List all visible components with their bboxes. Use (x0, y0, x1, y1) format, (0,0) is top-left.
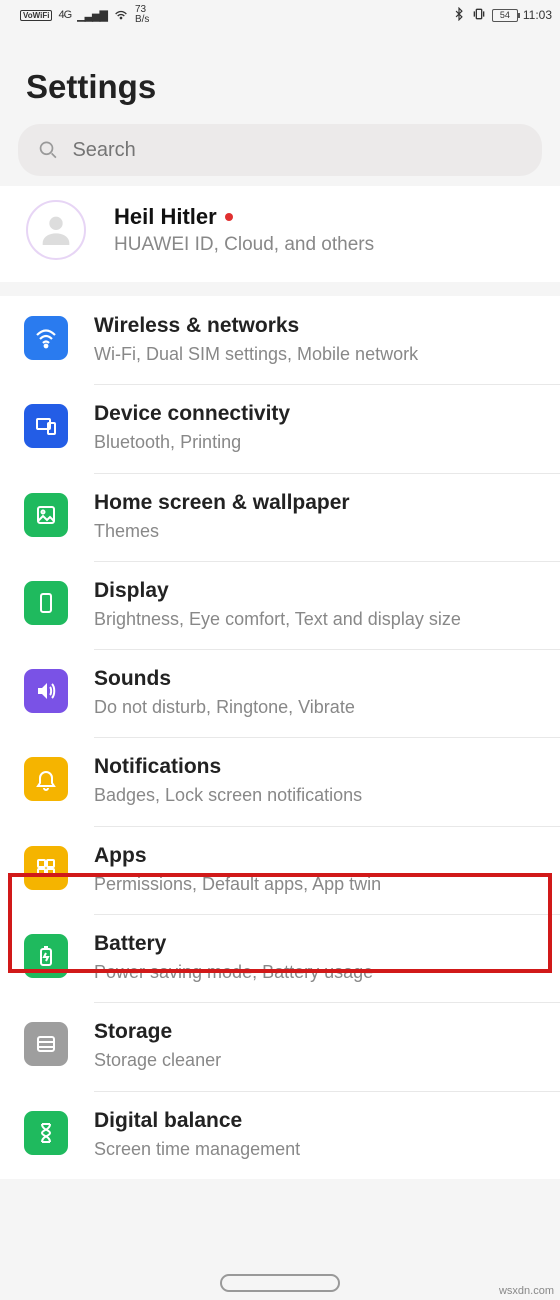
item-subtitle: Screen time management (94, 1137, 548, 1161)
item-storage[interactable]: Storage Storage cleaner (0, 1002, 560, 1090)
header: Settings (0, 30, 560, 124)
item-digital-balance[interactable]: Digital balance Screen time management (0, 1091, 560, 1179)
item-apps[interactable]: Apps Permissions, Default apps, App twin (0, 826, 560, 914)
status-right: 54 11:03 (452, 6, 552, 25)
wallpaper-icon (24, 493, 68, 537)
bell-icon (24, 757, 68, 801)
search-input[interactable] (72, 139, 522, 162)
item-title: Notifications (94, 755, 548, 779)
item-display[interactable]: Display Brightness, Eye comfort, Text an… (0, 561, 560, 649)
wifi-icon (24, 316, 68, 360)
devices-icon (24, 404, 68, 448)
item-subtitle: Wi-Fi, Dual SIM settings, Mobile network (94, 342, 548, 366)
item-title: Apps (94, 844, 548, 868)
signal-bars-icon: ▁▃▅▇ (77, 9, 107, 22)
avatar (26, 200, 86, 260)
clock: 11:03 (523, 8, 552, 22)
bluetooth-icon (452, 7, 466, 24)
item-subtitle: Permissions, Default apps, App twin (94, 872, 548, 896)
account-subtitle: HUAWEI ID, Cloud, and others (114, 234, 374, 256)
account-name: Heil Hitler (114, 204, 374, 230)
item-subtitle: Themes (94, 519, 548, 543)
status-bar: VoWiFi 4G ▁▃▅▇ 73B/s 54 11:03 (0, 0, 560, 30)
balance-icon (24, 1111, 68, 1155)
item-subtitle: Badges, Lock screen notifications (94, 783, 548, 807)
item-sounds[interactable]: Sounds Do not disturb, Ringtone, Vibrate (0, 649, 560, 737)
item-title: Sounds (94, 667, 548, 691)
item-subtitle: Do not disturb, Ringtone, Vibrate (94, 695, 548, 719)
status-left: VoWiFi 4G ▁▃▅▇ 73B/s (20, 5, 149, 25)
item-subtitle: Power saving mode, Battery usage (94, 960, 548, 984)
vowifi-badge: VoWiFi (20, 10, 52, 21)
item-wireless-networks[interactable]: Wireless & networks Wi-Fi, Dual SIM sett… (0, 296, 560, 384)
sound-icon (24, 669, 68, 713)
item-subtitle: Brightness, Eye comfort, Text and displa… (94, 607, 548, 631)
battery-icon (24, 934, 68, 978)
storage-icon (24, 1022, 68, 1066)
item-title: Digital balance (94, 1109, 548, 1133)
signal-4g: 4G (58, 9, 71, 21)
wifi-status-icon (113, 6, 129, 25)
item-title: Battery (94, 932, 548, 956)
item-home-screen-wallpaper[interactable]: Home screen & wallpaper Themes (0, 473, 560, 561)
display-icon (24, 581, 68, 625)
account-row[interactable]: Heil Hitler HUAWEI ID, Cloud, and others (0, 186, 560, 282)
item-title: Device connectivity (94, 402, 548, 426)
item-title: Wireless & networks (94, 314, 548, 338)
search-row[interactable] (18, 124, 542, 176)
settings-list: Wireless & networks Wi-Fi, Dual SIM sett… (0, 296, 560, 1179)
battery-indicator: 54 (492, 9, 518, 22)
network-speed: 73B/s (135, 5, 149, 25)
search-icon (38, 139, 58, 161)
notification-dot-icon (225, 213, 233, 221)
user-icon (36, 210, 76, 250)
item-title: Display (94, 579, 548, 603)
item-subtitle: Storage cleaner (94, 1048, 548, 1072)
item-subtitle: Bluetooth, Printing (94, 430, 548, 454)
nav-pill[interactable] (220, 1274, 340, 1292)
watermark: wsxdn.com (499, 1285, 554, 1297)
vibrate-icon (471, 6, 487, 25)
item-title: Storage (94, 1020, 548, 1044)
apps-icon (24, 846, 68, 890)
page-title: Settings (26, 68, 534, 106)
item-device-connectivity[interactable]: Device connectivity Bluetooth, Printing (0, 384, 560, 472)
item-title: Home screen & wallpaper (94, 491, 548, 515)
item-notifications[interactable]: Notifications Badges, Lock screen notifi… (0, 737, 560, 825)
item-battery[interactable]: Battery Power saving mode, Battery usage (0, 914, 560, 1002)
account-text: Heil Hitler HUAWEI ID, Cloud, and others (114, 204, 374, 256)
